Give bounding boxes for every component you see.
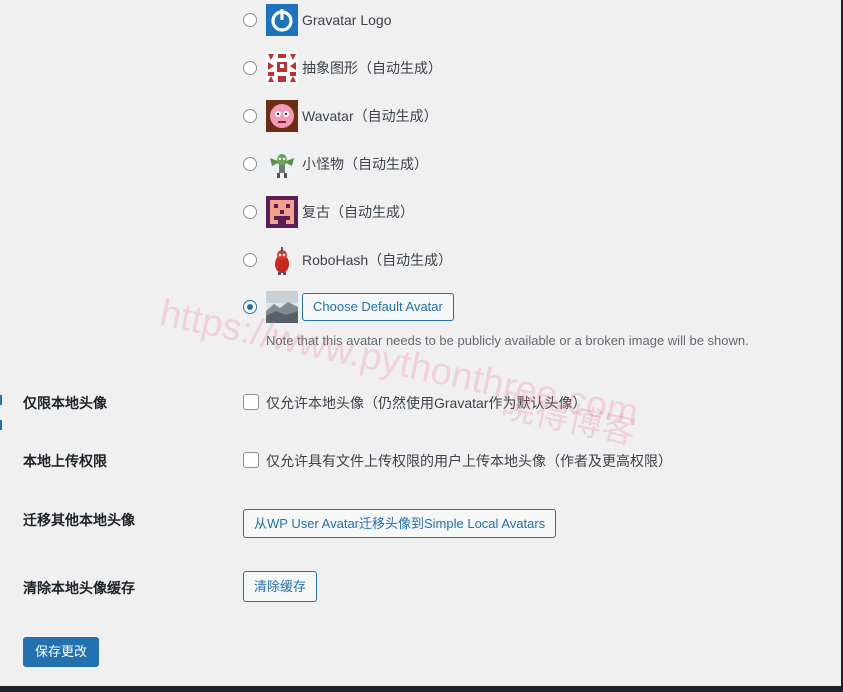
avatar-label: Gravatar Logo bbox=[302, 12, 392, 28]
robohash-icon bbox=[266, 244, 298, 276]
local-only-checkbox[interactable] bbox=[243, 394, 259, 410]
avatar-radio[interactable] bbox=[243, 253, 257, 267]
upload-permission-checkbox[interactable] bbox=[243, 452, 259, 468]
migrate-avatars-label: 迁移其他本地头像 bbox=[23, 512, 135, 528]
avatar-radio-checked[interactable] bbox=[243, 300, 257, 314]
wavatar-icon bbox=[266, 100, 298, 132]
avatar-radio[interactable] bbox=[243, 157, 257, 171]
avatar-label: Wavatar（自动生成） bbox=[302, 108, 438, 124]
local-only-label: 仅限本地头像 bbox=[23, 395, 107, 411]
gravatar-logo-icon bbox=[266, 4, 298, 36]
avatar-option-retro[interactable]: 复古（自动生成） bbox=[243, 195, 414, 229]
row-focus-marker bbox=[0, 395, 2, 405]
avatar-radio[interactable] bbox=[243, 13, 257, 27]
avatar-option-robohash[interactable]: RoboHash（自动生成） bbox=[243, 243, 452, 277]
avatar-label: RoboHash（自动生成） bbox=[302, 252, 453, 268]
custom-default-avatar-icon bbox=[266, 291, 298, 323]
clear-cache-button[interactable]: 清除缓存 bbox=[243, 571, 318, 602]
local-only-checkbox-label[interactable]: 仅允许本地头像（仍然使用Gravatar作为默认头像） bbox=[266, 393, 586, 413]
window-edge-bottom bbox=[0, 686, 843, 692]
avatar-radio[interactable] bbox=[243, 61, 257, 75]
avatar-option-custom[interactable]: Choose Default Avatar bbox=[243, 290, 454, 324]
monsterid-icon bbox=[266, 148, 298, 180]
retro-icon bbox=[266, 196, 298, 228]
avatar-note: Note that this avatar needs to be public… bbox=[266, 333, 749, 348]
avatar-option-wavatar[interactable]: Wavatar（自动生成） bbox=[243, 99, 438, 133]
clear-cache-label: 清除本地头像缓存 bbox=[23, 580, 135, 596]
identicon-icon bbox=[266, 52, 298, 84]
row-focus-marker bbox=[0, 420, 2, 430]
choose-default-avatar-button[interactable]: Choose Default Avatar bbox=[302, 293, 454, 321]
upload-permission-checkbox-label[interactable]: 仅允许具有文件上传权限的用户上传本地头像（作者及更高权限） bbox=[266, 451, 672, 471]
avatar-label: 抽象图形（自动生成） bbox=[302, 60, 442, 76]
migrate-avatars-button[interactable]: 从WP User Avatar迁移头像到Simple Local Avatars bbox=[243, 509, 557, 538]
avatar-option-gravatar-logo[interactable]: Gravatar Logo bbox=[243, 3, 392, 37]
avatar-label: 小怪物（自动生成） bbox=[302, 156, 428, 172]
avatar-option-identicon[interactable]: 抽象图形（自动生成） bbox=[243, 51, 442, 85]
avatar-option-monsterid[interactable]: 小怪物（自动生成） bbox=[243, 147, 428, 181]
upload-permission-label: 本地上传权限 bbox=[23, 453, 107, 469]
watermark-blog-name: 晓得博客 bbox=[498, 386, 640, 453]
avatar-radio[interactable] bbox=[243, 205, 257, 219]
save-changes-button[interactable]: 保存更改 bbox=[23, 637, 100, 667]
avatar-label: 复古（自动生成） bbox=[302, 204, 414, 220]
avatar-radio[interactable] bbox=[243, 109, 257, 123]
